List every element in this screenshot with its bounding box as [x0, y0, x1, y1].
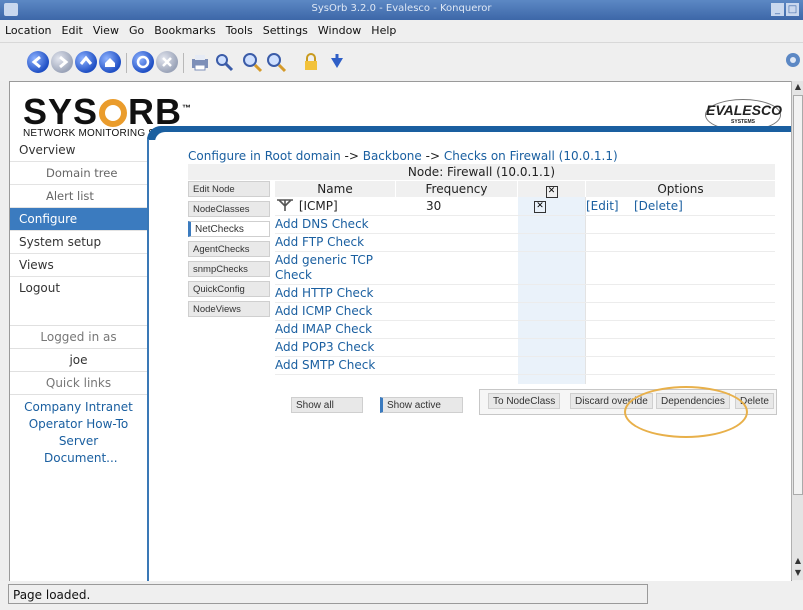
menu-bar: Location Edit View Go Bookmarks Tools Se… [0, 20, 803, 43]
tab-agentchecks[interactable]: AgentChecks [188, 241, 270, 257]
add-generic-tcp-check-link-cont[interactable]: Check [275, 267, 312, 284]
zoom-out-icon[interactable] [265, 51, 287, 73]
sidebar-item-configure[interactable]: Configure [10, 208, 147, 231]
forward-icon[interactable] [51, 51, 73, 73]
tab-snmpchecks[interactable]: snmpChecks [188, 261, 270, 277]
delete-node-button[interactable]: Delete [735, 393, 774, 409]
tab-nodeviews[interactable]: NodeViews [188, 301, 270, 317]
column-header-name: Name [275, 181, 395, 197]
delete-link[interactable]: [Delete] [634, 198, 683, 215]
edit-link[interactable]: [Edit] [586, 198, 619, 215]
menu-go[interactable]: Go [124, 20, 149, 42]
up-icon[interactable] [75, 51, 97, 73]
maximize-icon[interactable]: □ [786, 3, 799, 16]
logged-in-label: Logged in as [10, 325, 147, 349]
back-icon[interactable] [27, 51, 49, 73]
scroll-thumb[interactable] [793, 95, 803, 495]
sidebar-item-system-setup[interactable]: System setup [10, 231, 147, 254]
add-imap-check-link[interactable]: Add IMAP Check [275, 321, 372, 338]
select-all-checkbox-icon[interactable]: ✕ [545, 186, 558, 198]
scroll-up-icon[interactable]: ▲ [792, 81, 803, 93]
minimize-icon[interactable]: _ [771, 3, 784, 16]
lock-icon[interactable] [300, 51, 322, 73]
breadcrumb-root[interactable]: Configure in Root domain [188, 149, 341, 163]
node-tabs: Edit Node NodeClasses NetChecks AgentChe… [188, 181, 274, 321]
quick-link-company-intranet[interactable]: Company Intranet [10, 399, 147, 416]
add-icmp-check-link[interactable]: Add ICMP Check [275, 303, 372, 320]
check-row-icmp: [ICMP] 30 ✕ [Edit] [Delete] [275, 198, 775, 216]
menu-tools[interactable]: Tools [221, 20, 258, 42]
stop-icon[interactable] [156, 51, 178, 73]
discard-override-button[interactable]: Discard override [570, 393, 653, 409]
node-actions-bar: To NodeClass Discard override Dependenci… [479, 389, 777, 415]
konqueror-gear-icon[interactable] [784, 49, 803, 71]
show-all-button[interactable]: Show all [291, 397, 363, 413]
status-text: Page loaded. [8, 584, 648, 604]
menu-location[interactable]: Location [0, 20, 57, 42]
add-http-check-link[interactable]: Add HTTP Check [275, 285, 373, 302]
tab-netchecks[interactable]: NetChecks [188, 221, 270, 237]
show-active-button[interactable]: Show active [380, 397, 463, 413]
print-icon[interactable] [189, 51, 211, 73]
check-frequency: 30 [426, 199, 442, 213]
browser-viewport: SYS RB™ NETWORK MONITORING SYSTEM EVALESC… [9, 81, 792, 582]
quick-links-label: Quick links [10, 371, 147, 395]
download-icon[interactable] [326, 51, 348, 73]
toolbar [0, 43, 803, 81]
sidebar-item-logout[interactable]: Logout [10, 277, 147, 299]
menu-help[interactable]: Help [366, 20, 401, 42]
breadcrumb-backbone[interactable]: Backbone [363, 149, 422, 163]
home-icon[interactable] [99, 51, 121, 73]
tab-edit-node[interactable]: Edit Node [188, 181, 270, 197]
username: joe [69, 353, 88, 367]
reload-icon[interactable] [132, 51, 154, 73]
add-ftp-check-link[interactable]: Add FTP Check [275, 234, 364, 251]
scroll-down-icon[interactable]: ▼ [792, 567, 803, 579]
sidebar-item-domain-tree[interactable]: Domain tree [10, 162, 147, 185]
window-title: SysOrb 3.2.0 - Evalesco - Konqueror [311, 3, 492, 14]
sidebar: Overview Domain tree Alert list Configur… [10, 139, 149, 581]
quick-link-operator-howto[interactable]: Operator How-To [10, 416, 147, 433]
column-header-enabled: ✕ [518, 181, 585, 198]
sidebar-item-views[interactable]: Views [10, 254, 147, 277]
breadcrumb: Configure in Root domain -> Backbone -> … [188, 149, 618, 163]
check-enabled-checkbox-icon[interactable]: ✕ [534, 201, 546, 213]
menu-window[interactable]: Window [313, 20, 366, 42]
network-check-icon [277, 199, 293, 211]
menu-bookmarks[interactable]: Bookmarks [149, 20, 220, 42]
check-name[interactable]: [ICMP] [299, 199, 338, 213]
menu-edit[interactable]: Edit [57, 20, 88, 42]
column-header-frequency: Frequency [396, 181, 517, 197]
breadcrumb-checks[interactable]: Checks on Firewall (10.0.1.1) [444, 149, 618, 163]
add-smtp-check-link[interactable]: Add SMTP Check [275, 357, 375, 374]
node-title: Node: Firewall (10.0.1.1) [188, 164, 775, 180]
add-dns-check-link[interactable]: Add DNS Check [275, 216, 369, 233]
find-icon[interactable] [213, 51, 235, 73]
scroll-up-icon-bottom[interactable]: ▲ [792, 555, 803, 567]
sidebar-item-overview[interactable]: Overview [10, 139, 147, 162]
tab-nodeclasses[interactable]: NodeClasses [188, 201, 270, 217]
quick-link-server-document[interactable]: Server Document... [10, 433, 147, 467]
to-nodeclass-button[interactable]: To NodeClass [488, 393, 561, 409]
column-header-options: Options [586, 181, 775, 197]
menu-view[interactable]: View [88, 20, 124, 42]
zoom-in-icon[interactable] [241, 51, 263, 73]
vertical-scrollbar[interactable]: ▲ ▲ ▼ [791, 81, 803, 580]
tab-quickconfig[interactable]: QuickConfig [188, 281, 270, 297]
dependencies-button[interactable]: Dependencies [656, 393, 730, 409]
status-bar: Page loaded. [0, 581, 803, 610]
add-pop3-check-link[interactable]: Add POP3 Check [275, 339, 374, 356]
window-title-bar: SysOrb 3.2.0 - Evalesco - Konqueror _ □ [0, 0, 803, 20]
menu-settings[interactable]: Settings [258, 20, 313, 42]
sidebar-item-alert-list[interactable]: Alert list [10, 185, 147, 208]
